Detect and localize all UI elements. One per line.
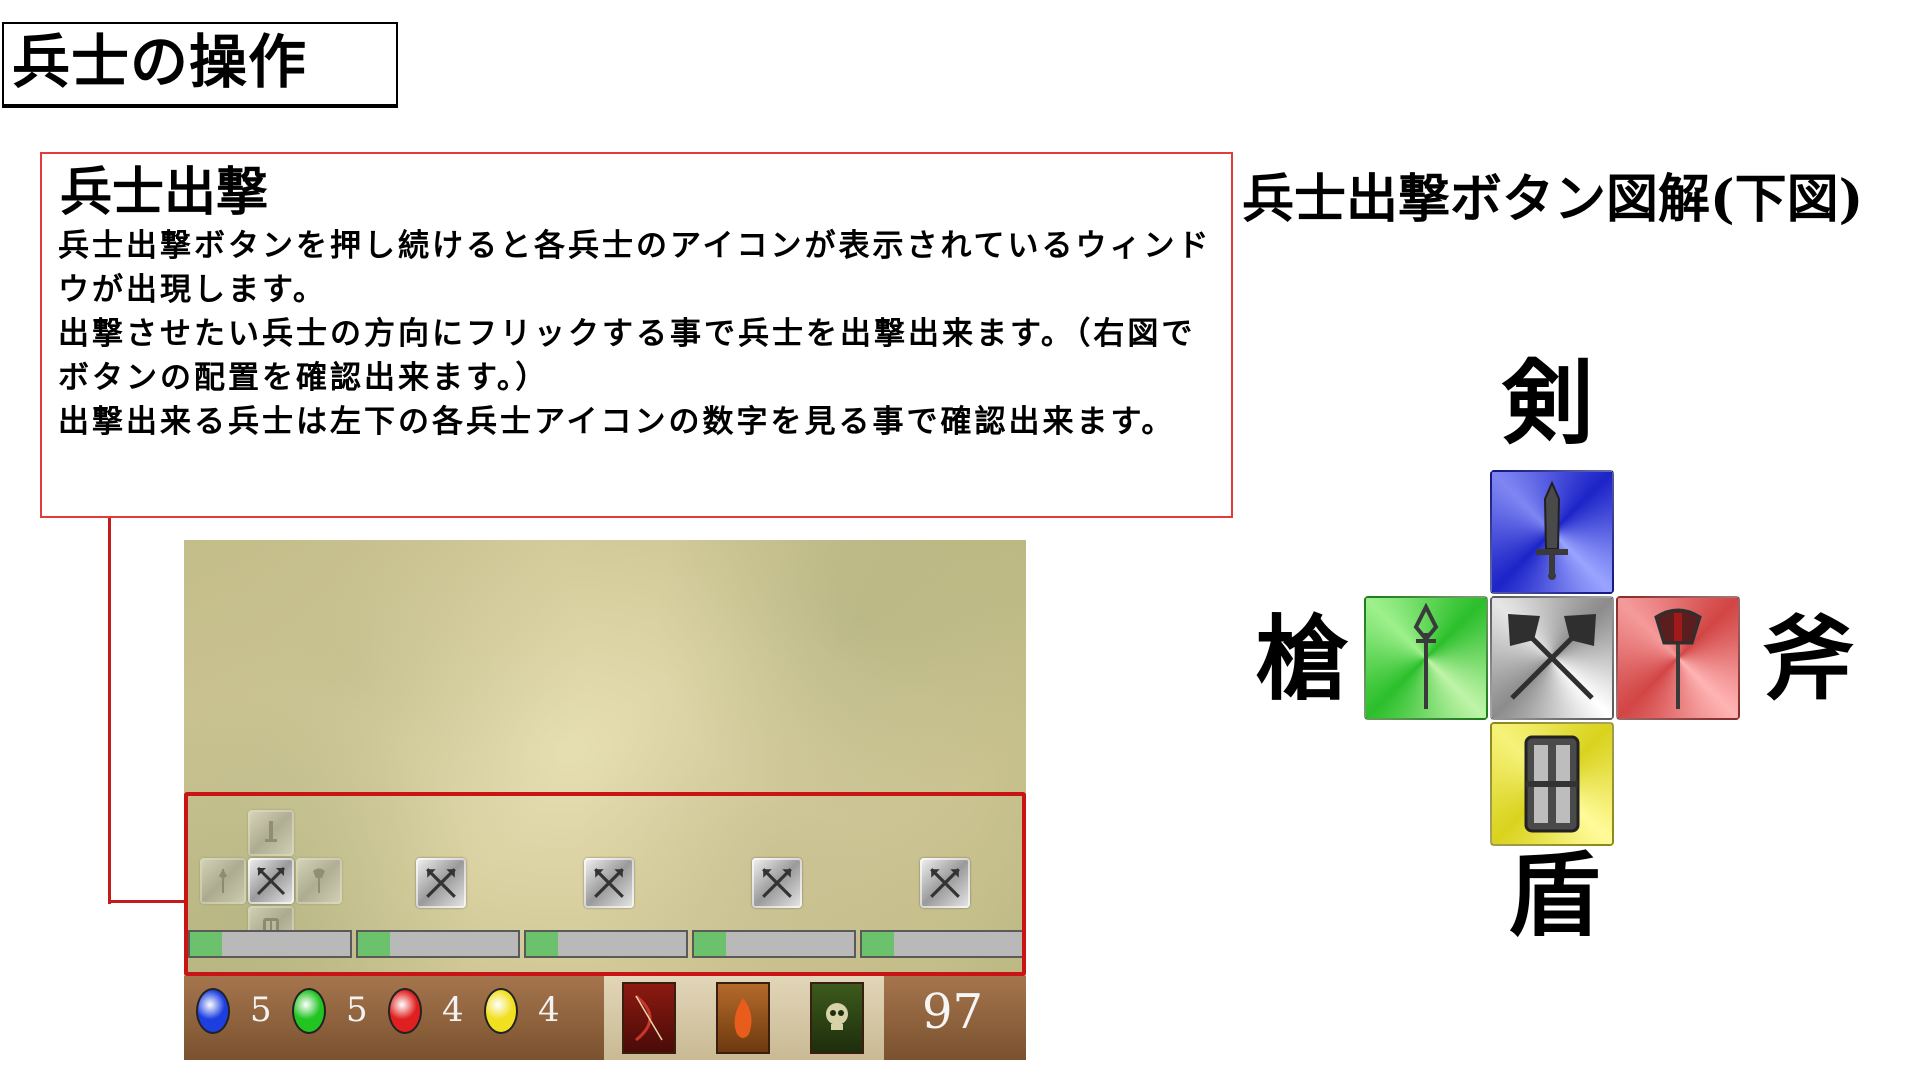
explanation-body: 兵士出撃ボタンを押し続けると各兵士のアイコンが表示されているウィンドウが出現しま… (58, 224, 1228, 444)
skill-card-fire-icon[interactable] (716, 982, 770, 1054)
spear-icon (1413, 603, 1439, 709)
label-down-shield: 盾 (1508, 842, 1601, 949)
yellow-shield-badge-icon (484, 988, 518, 1034)
explanation-line: 出撃出来る兵士は左下の各兵士アイコンの数字を見る事で確認出来ます。 (58, 404, 1176, 440)
sortie-area-highlight (184, 792, 1026, 976)
sword-icon (1536, 480, 1568, 580)
axe-unit-count: 4 (442, 990, 464, 1030)
label-right-axe: 斧 (1762, 606, 1855, 713)
shield-button[interactable] (1490, 722, 1614, 846)
blue-sword-badge-icon (196, 988, 230, 1034)
sword-unit-count: 5 (250, 990, 272, 1030)
callout-connector-line (108, 900, 184, 903)
spear-button[interactable] (1364, 596, 1488, 720)
callout-connector-line (108, 518, 111, 904)
game-screenshot: 5 5 4 4 97 (184, 540, 1026, 1060)
explanation-box: 兵士出撃 兵士出撃ボタンを押し続けると各兵士のアイコンが表示されているウィンドウ… (40, 152, 1233, 518)
explanation-heading: 兵士出撃 (60, 162, 269, 223)
label-left-spear: 槍 (1256, 606, 1349, 713)
crossed-axes-icon (1508, 614, 1596, 700)
axe-button[interactable] (1616, 596, 1740, 720)
explanation-line: 出撃させたい兵士の方向にフリックする事で兵士を出撃出来ます。（右図でボタンの配置… (58, 316, 1196, 396)
status-bar: 5 5 4 4 97 (184, 976, 1026, 1060)
diagram-title: 兵士出撃ボタン図解(下図) (1242, 169, 1864, 230)
green-spear-badge-icon (292, 988, 326, 1034)
shield-icon (1524, 735, 1580, 833)
explanation-line: 兵士出撃ボタンを押し続けると各兵士のアイコンが表示されているウィンドウが出現しま… (58, 228, 1212, 308)
red-axe-badge-icon (388, 988, 422, 1034)
skill-card-strip (604, 976, 884, 1060)
page-title: 兵士の操作 (12, 28, 308, 96)
resource-counter: 97 (922, 984, 984, 1040)
axe-icon (1654, 608, 1702, 709)
skill-card-bow-icon[interactable] (622, 982, 676, 1054)
skill-card-skull-icon[interactable] (810, 982, 864, 1054)
sword-button[interactable] (1490, 470, 1614, 594)
page-title-box: 兵士の操作 (2, 22, 398, 108)
spear-unit-count: 5 (346, 990, 368, 1030)
label-up-sword: 剣 (1502, 350, 1595, 457)
center-sortie-button[interactable] (1490, 596, 1614, 720)
shield-unit-count: 4 (538, 990, 560, 1030)
